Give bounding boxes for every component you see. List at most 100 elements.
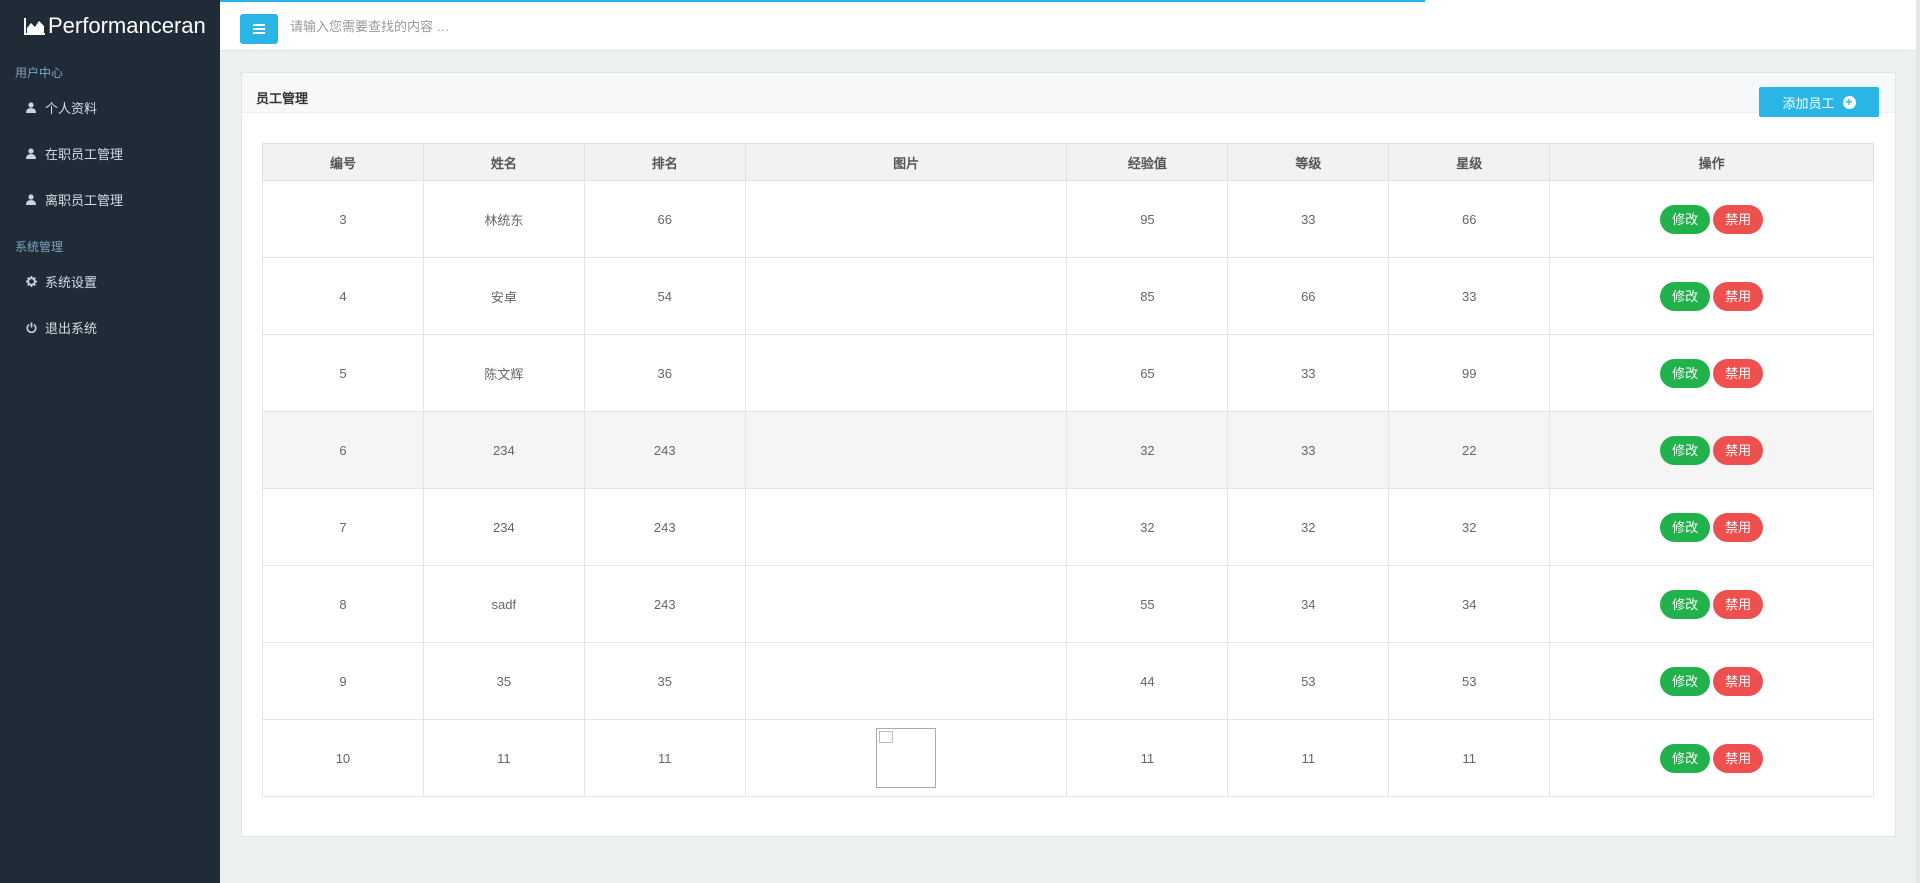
- column-header-image: 图片: [744, 143, 1068, 181]
- cell-id: 9: [262, 642, 424, 720]
- cell-experience: 95: [1066, 180, 1229, 258]
- sidebar-item-label: 退出系统: [45, 320, 98, 336]
- user-icon: [25, 193, 37, 205]
- cell-image: [744, 719, 1068, 797]
- edit-button[interactable]: 修改: [1660, 666, 1711, 696]
- cell-stars: 11: [1388, 719, 1551, 797]
- brand[interactable]: Performanceran: [0, 0, 220, 52]
- edit-button[interactable]: 修改: [1660, 589, 1711, 619]
- column-header-level: 等级: [1227, 143, 1390, 181]
- cell-actions: 修改 禁用: [1549, 642, 1874, 720]
- sidebar-item-logout[interactable]: 退出系统: [0, 304, 220, 350]
- column-header-experience: 经验值: [1066, 143, 1229, 181]
- table-row: 5 陈文辉 36 65 33 99 修改 禁用: [262, 334, 1874, 412]
- search-input[interactable]: [290, 12, 690, 40]
- disable-button[interactable]: 禁用: [1713, 358, 1764, 388]
- cell-stars: 34: [1388, 565, 1551, 643]
- cell-rank: 54: [583, 257, 746, 335]
- table-row: 9 35 35 44 53 53 修改 禁用: [262, 642, 1874, 720]
- cell-image: [744, 642, 1068, 720]
- edit-button[interactable]: 修改: [1660, 281, 1711, 311]
- nav-section-system: 系统管理: [15, 240, 64, 254]
- cell-experience: 32: [1066, 488, 1229, 566]
- sidebar: Performanceran 用户中心 个人资料 在职员工管理 离职员工管理 系…: [0, 0, 220, 883]
- disable-button[interactable]: 禁用: [1713, 743, 1764, 773]
- cell-level: 33: [1227, 334, 1390, 412]
- column-header-name: 姓名: [422, 143, 585, 181]
- cell-name: 234: [422, 411, 585, 489]
- cell-actions: 修改 禁用: [1549, 488, 1874, 566]
- cell-rank: 35: [583, 642, 746, 720]
- power-icon: [25, 321, 37, 333]
- menu-icon: [253, 22, 265, 36]
- disable-button[interactable]: 禁用: [1713, 435, 1764, 465]
- edit-button[interactable]: 修改: [1660, 204, 1711, 234]
- table-row: 10 11 11 11 11 11 修改 禁用: [262, 719, 1874, 797]
- loading-progress-bar: [220, 0, 1425, 2]
- cell-rank: 66: [583, 180, 746, 258]
- sidebar-item-active-employees[interactable]: 在职员工管理: [0, 130, 220, 176]
- disable-button[interactable]: 禁用: [1713, 281, 1764, 311]
- disable-button[interactable]: 禁用: [1713, 589, 1764, 619]
- cell-rank: 243: [583, 411, 746, 489]
- edit-button[interactable]: 修改: [1660, 512, 1711, 542]
- cell-name: 安卓: [422, 257, 585, 335]
- table-row: 6 234 243 32 33 22 修改 禁用: [262, 411, 1874, 489]
- cell-level: 34: [1227, 565, 1390, 643]
- cell-experience: 44: [1066, 642, 1229, 720]
- cell-image: [744, 257, 1068, 335]
- cell-id: 8: [262, 565, 424, 643]
- sidebar-item-label: 个人资料: [45, 100, 98, 116]
- topbar: [220, 0, 1920, 51]
- disable-button[interactable]: 禁用: [1713, 666, 1764, 696]
- cell-id: 4: [262, 257, 424, 335]
- cell-rank: 243: [583, 565, 746, 643]
- cell-id: 5: [262, 334, 424, 412]
- cell-name: 35: [422, 642, 585, 720]
- cell-experience: 65: [1066, 334, 1229, 412]
- cell-image: [744, 334, 1068, 412]
- cell-stars: 32: [1388, 488, 1551, 566]
- page-scrollbar[interactable]: [1916, 0, 1920, 883]
- cell-level: 33: [1227, 411, 1390, 489]
- cell-image: [744, 180, 1068, 258]
- panel-header: 员工管理: [242, 73, 1895, 113]
- sidebar-item-former-employees[interactable]: 离职员工管理: [0, 176, 220, 222]
- cell-actions: 修改 禁用: [1549, 257, 1874, 335]
- table-row: 3 林统东 66 95 33 66 修改 禁用: [262, 180, 1874, 258]
- cell-experience: 85: [1066, 257, 1229, 335]
- cell-actions: 修改 禁用: [1549, 334, 1874, 412]
- disable-button[interactable]: 禁用: [1713, 512, 1764, 542]
- sidebar-item-profile[interactable]: 个人资料: [0, 84, 220, 130]
- column-header-actions: 操作: [1549, 143, 1874, 181]
- table-row: 8 sadf 243 55 34 34 修改 禁用: [262, 565, 1874, 643]
- add-employee-label: 添加员工: [1782, 95, 1835, 111]
- employee-panel: 员工管理 添加员工 + 编号 姓名 排名 图片 经验值 等级 星级 操作 3 林统…: [241, 72, 1896, 837]
- cell-actions: 修改 禁用: [1549, 411, 1874, 489]
- cell-rank: 11: [583, 719, 746, 797]
- menu-toggle-button[interactable]: [240, 14, 278, 44]
- sidebar-item-label: 系统设置: [45, 274, 98, 290]
- cell-stars: 22: [1388, 411, 1551, 489]
- plus-circle-icon: +: [1842, 95, 1856, 109]
- cell-level: 32: [1227, 488, 1390, 566]
- cell-id: 6: [262, 411, 424, 489]
- cell-stars: 66: [1388, 180, 1551, 258]
- sidebar-item-settings[interactable]: 系统设置: [0, 258, 220, 304]
- cell-rank: 243: [583, 488, 746, 566]
- cell-experience: 11: [1066, 719, 1229, 797]
- user-icon: [25, 101, 37, 113]
- edit-button[interactable]: 修改: [1660, 435, 1711, 465]
- disable-button[interactable]: 禁用: [1713, 204, 1764, 234]
- page-title: 员工管理: [256, 91, 309, 106]
- edit-button[interactable]: 修改: [1660, 358, 1711, 388]
- add-employee-button[interactable]: 添加员工 +: [1759, 87, 1879, 117]
- cell-name: 林统东: [422, 180, 585, 258]
- cell-experience: 32: [1066, 411, 1229, 489]
- broken-image-icon: [876, 728, 937, 788]
- cell-actions: 修改 禁用: [1549, 565, 1874, 643]
- edit-button[interactable]: 修改: [1660, 743, 1711, 773]
- cell-name: 陈文辉: [422, 334, 585, 412]
- cell-stars: 99: [1388, 334, 1551, 412]
- cell-image: [744, 565, 1068, 643]
